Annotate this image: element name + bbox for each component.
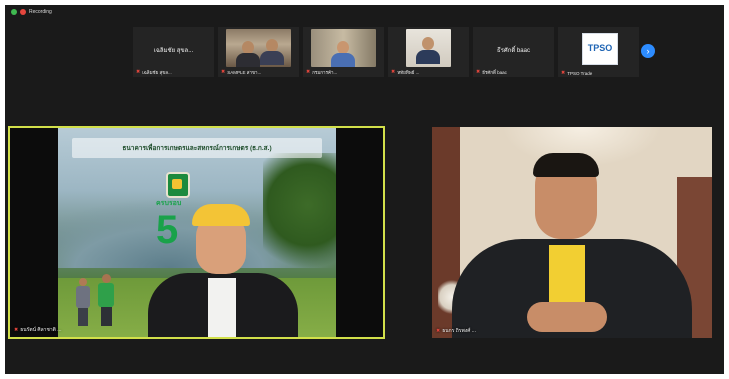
participant-thumb[interactable]: ✖ กรมการค้า...	[303, 27, 384, 77]
recording-indicator: Recording	[11, 9, 52, 15]
mic-off-icon: ✖	[136, 69, 141, 75]
person-icon	[422, 37, 434, 50]
active-speaker-tile[interactable]: ธนาคารเพื่อการเกษตรและสหกรณ์การเกษตร (ธ.…	[8, 126, 385, 339]
participant-name: เฉลิมชัย สุขล...	[153, 48, 194, 54]
participant-video	[406, 29, 451, 67]
participant-thumb[interactable]: ✖ SAMPLE สาขา...	[218, 27, 299, 77]
person-icon	[98, 274, 114, 328]
participant-thumb[interactable]: TPSO ✖ TPSO Trade	[558, 27, 639, 77]
virtual-background-banner: ธนาคารเพื่อการเกษตรและสหกรณ์การเกษตร (ธ.…	[72, 138, 322, 158]
participant-label: ✖ กรมการค้า...	[306, 69, 338, 76]
participant-name: ธีรศักดิ์ baac	[497, 48, 530, 54]
status-dot-icon	[11, 9, 17, 15]
participant-strip: เฉลิมชัย สุขล... ✖ เฉลิมชัย สุขล... ✖ SA…	[133, 27, 639, 77]
participant-video	[311, 29, 376, 67]
next-page-button[interactable]: ›	[641, 44, 655, 58]
participant-thumb[interactable]: ธีรศักดิ์ baac ✖ ธีรศักดิ์ baac	[473, 27, 554, 77]
tile-name-label: ✖ ธนกร ถิรพงศ์ ...	[436, 327, 476, 334]
mic-off-icon: ✖	[561, 70, 566, 76]
speaker-video: ธนาคารเพื่อการเกษตรและสหกรณ์การเกษตร (ธ.…	[58, 128, 336, 337]
mic-off-icon: ✖	[14, 326, 19, 333]
participant-video	[226, 29, 291, 67]
mic-off-icon: ✖	[476, 69, 481, 75]
tile-name-label: ✖ ธนรัตน์ ศิลาชาติ ...	[14, 326, 62, 333]
chevron-right-icon: ›	[646, 46, 650, 56]
participant-thumb[interactable]: เฉลิมชัย สุขล... ✖ เฉลิมชัย สุขล...	[133, 27, 214, 77]
participant-thumb[interactable]: ✖ หทัยทิพย์ ...	[388, 27, 469, 77]
participant-label: ✖ หทัยทิพย์ ...	[391, 69, 420, 76]
tpso-logo: TPSO	[582, 33, 618, 65]
mic-off-icon: ✖	[436, 327, 441, 334]
mic-off-icon: ✖	[306, 69, 311, 75]
participant-video-tile[interactable]: ✖ ธนกร ถิรพงศ์ ...	[432, 127, 712, 338]
participant-label: ✖ TPSO Trade	[561, 70, 593, 77]
bank-logo	[166, 172, 190, 198]
participant-label: ✖ เฉลิมชัย สุขล...	[136, 69, 172, 76]
mic-off-icon: ✖	[391, 69, 396, 75]
participant-label: ✖ ธีรศักดิ์ baac	[476, 69, 507, 76]
recording-label: Recording	[29, 9, 52, 15]
person-icon	[76, 278, 90, 328]
record-dot-icon	[20, 9, 26, 15]
video-conference-window: Recording เฉลิมชัย สุขล... ✖ เฉลิมชัย สุ…	[5, 5, 724, 374]
participant-label: ✖ SAMPLE สาขา...	[221, 69, 262, 76]
mic-off-icon: ✖	[221, 69, 226, 75]
